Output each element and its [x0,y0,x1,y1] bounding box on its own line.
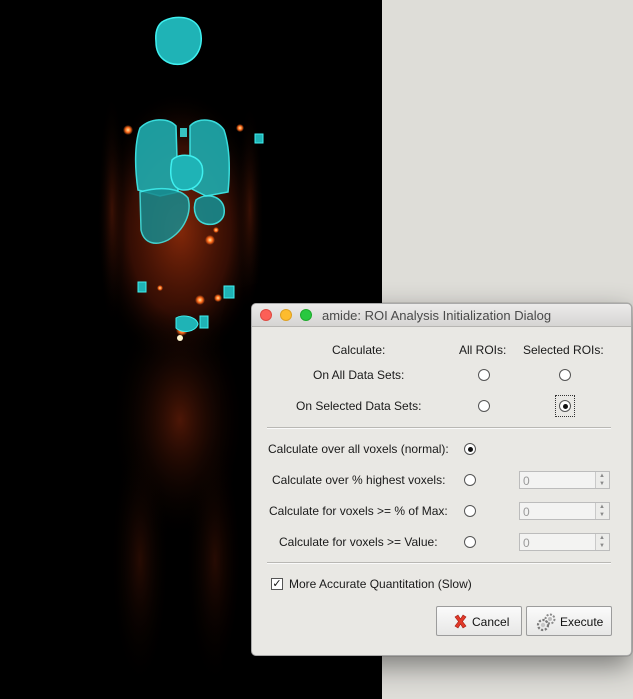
radio-all-data-sets-all-rois[interactable] [478,369,490,381]
gear-icon [536,613,556,632]
execute-label: Execute [560,615,604,629]
spin-arrows[interactable]: ▲ ▼ [595,472,609,488]
all-rois-header: All ROIs: [459,343,507,357]
selected-rois-header: Selected ROIs: [523,343,604,357]
roi-spleen[interactable] [193,195,225,226]
highest-percent-value: 0 [523,474,530,488]
minimize-window-button[interactable] [280,309,292,321]
radio-selected-data-sets-all-rois[interactable] [478,400,490,412]
row-all-data-sets-label: On All Data Sets: [313,368,405,382]
roi-analysis-dialog: amide: ROI Analysis Initialization Dialo… [251,303,632,656]
roi-heart[interactable] [170,154,204,191]
dialog-title: amide: ROI Analysis Initialization Dialo… [322,308,552,323]
calculate-header: Calculate: [332,343,386,357]
zoom-window-button[interactable] [300,309,312,321]
value-threshold-value: 0 [523,536,530,550]
radio-voxel-percent-max[interactable] [464,505,476,517]
separator [267,562,611,564]
spin-arrows[interactable]: ▲ ▼ [595,534,609,550]
title-bar[interactable]: amide: ROI Analysis Initialization Dialo… [252,304,631,327]
voxel-option-all-label: Calculate over all voxels (normal): [268,442,449,456]
radio-voxel-value[interactable] [464,536,476,548]
accurate-quantitation-label: More Accurate Quantitation (Slow) [289,577,472,591]
radio-selected-data-sets-selected-rois[interactable] [559,400,571,412]
accurate-quantitation-checkbox[interactable]: ✓ [271,578,283,590]
voxel-option-value-label: Calculate for voxels >= Value: [279,535,438,549]
cancel-label: Cancel [472,615,510,629]
radio-voxel-all[interactable] [464,443,476,455]
radio-voxel-highest[interactable] [464,474,476,486]
roi-left-lung[interactable] [134,119,179,197]
red-x-icon [454,614,467,629]
voxel-option-highest-label: Calculate over % highest voxels: [272,473,446,487]
spin-arrows[interactable]: ▲ ▼ [595,503,609,519]
radio-all-data-sets-selected-rois[interactable] [559,369,571,381]
execute-button[interactable]: Execute [526,606,612,636]
roi-brain[interactable] [155,16,202,66]
separator [267,427,611,429]
row-selected-data-sets-label: On Selected Data Sets: [296,399,422,413]
cancel-button[interactable]: Cancel [436,606,522,636]
percent-max-value: 0 [523,505,530,519]
close-window-button[interactable] [260,309,272,321]
voxel-option-percent-max-label: Calculate for voxels >= % of Max: [269,504,448,518]
highest-percent-spinbox[interactable]: 0 ▲ ▼ [519,471,610,489]
percent-max-spinbox[interactable]: 0 ▲ ▼ [519,502,610,520]
value-threshold-spinbox[interactable]: 0 ▲ ▼ [519,533,610,551]
